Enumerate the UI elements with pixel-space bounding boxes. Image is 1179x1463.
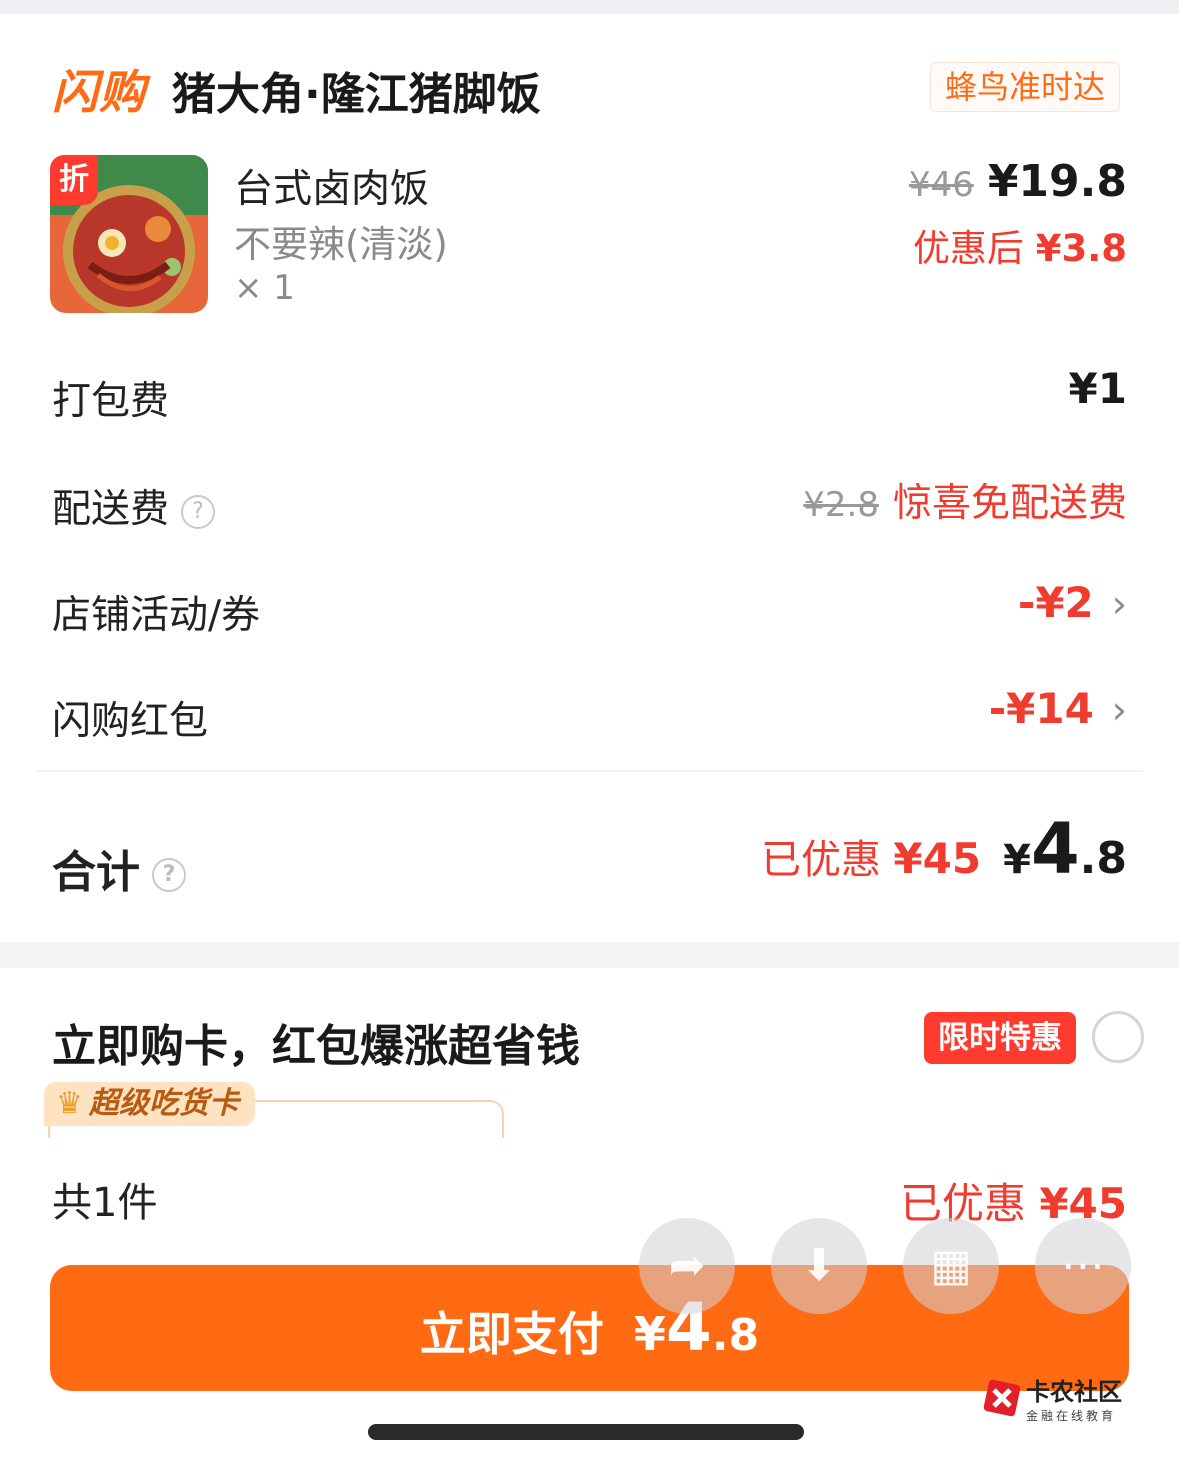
total-saved-label: 已优惠 <box>761 837 882 883</box>
watermark-logo-icon <box>983 1379 1021 1417</box>
pay-label: 立即支付 <box>419 1307 604 1361</box>
card-tag: ♛ 超级吃货卡 <box>44 1082 255 1126</box>
promo-title: 立即购卡，红包爆涨超省钱 <box>52 1021 580 1072</box>
delivery-fee-original: ¥2.8 <box>803 485 879 525</box>
delivery-fee-value-wrap: ¥2.8 惊喜免配送费 <box>803 472 1127 528</box>
delivery-badge: 蜂鸟准时达 <box>930 62 1121 112</box>
section-gap <box>0 942 1179 968</box>
packaging-fee-label: 打包费 <box>52 379 170 424</box>
after-discount-price: ¥3.8 <box>1035 227 1127 270</box>
limited-offer-badge: 限时特惠 <box>924 1012 1076 1064</box>
total-label: 合计 <box>52 847 140 898</box>
after-discount-label: 优惠后 <box>912 227 1024 270</box>
item-price-after-discount: 优惠后 ¥3.8 <box>913 218 1127 272</box>
total-row: 合计? <box>52 836 186 900</box>
store-promo-value: -¥2 <box>1017 578 1094 627</box>
packaging-fee-value: ¥1 <box>1068 364 1127 413</box>
delivery-fee-row: 配送费? <box>52 478 216 534</box>
card-tag-label: 超级吃货卡 <box>88 1086 239 1121</box>
item-spec: 不要辣(清淡) <box>234 223 448 266</box>
total-amount-dec: .8 <box>1079 833 1127 884</box>
red-packet-row-value[interactable]: -¥14 › <box>989 684 1127 733</box>
shop-name[interactable]: 猪大角·隆江猪脚饭 <box>172 58 541 122</box>
red-packet-value: -¥14 <box>988 684 1094 733</box>
watermark-title: 卡农社区 <box>1026 1378 1122 1406</box>
total-amount-int: 4 <box>1030 808 1080 890</box>
more-icon[interactable]: ⋯ <box>1035 1218 1131 1314</box>
store-promo-row-value[interactable]: -¥2 › <box>1018 578 1127 627</box>
delivery-fee-value: 惊喜免配送费 <box>892 481 1127 526</box>
total-value-wrap: 已优惠 ¥45 ¥4.8 <box>761 808 1127 890</box>
item-name: 台式卤肉饭 <box>234 167 430 212</box>
item-count: 共1件 <box>52 1180 158 1226</box>
discount-tag: 折 <box>50 155 98 205</box>
chevron-right-icon: › <box>1111 688 1127 732</box>
chevron-right-icon: › <box>1111 582 1127 626</box>
watermark-subtitle: 金融在线教育 <box>1026 1409 1117 1423</box>
item-price: ¥46 ¥19.8 <box>909 156 1127 207</box>
divider <box>36 770 1143 772</box>
help-icon[interactable]: ? <box>152 858 186 892</box>
download-icon[interactable]: ⬇ <box>771 1218 867 1314</box>
item-current-price: ¥19.8 <box>987 156 1127 207</box>
total-saved-amount: ¥45 <box>893 834 982 883</box>
home-indicator <box>368 1424 804 1440</box>
red-packet-label: 闪购红包 <box>52 699 209 744</box>
grid-icon[interactable]: ▦ <box>903 1218 999 1314</box>
pay-amount-dec: .8 <box>711 1310 760 1361</box>
crown-icon: ♛ <box>56 1086 83 1121</box>
top-strip <box>0 0 1179 14</box>
total-currency: ¥ <box>1003 837 1031 883</box>
help-icon[interactable]: ? <box>181 494 216 529</box>
share-icon[interactable]: ➦ <box>639 1218 735 1314</box>
promo-select-radio[interactable] <box>1092 1011 1144 1063</box>
delivery-fee-label: 配送费 <box>52 487 170 532</box>
item-original-price: ¥46 <box>908 165 974 205</box>
watermark: 卡农社区 金融在线教育 <box>982 1372 1122 1424</box>
pay-currency: ¥ <box>633 1307 666 1361</box>
item-quantity: × 1 <box>234 268 295 308</box>
store-promo-label: 店铺活动/券 <box>52 593 261 638</box>
brand-logo: 闪购 <box>52 65 146 119</box>
